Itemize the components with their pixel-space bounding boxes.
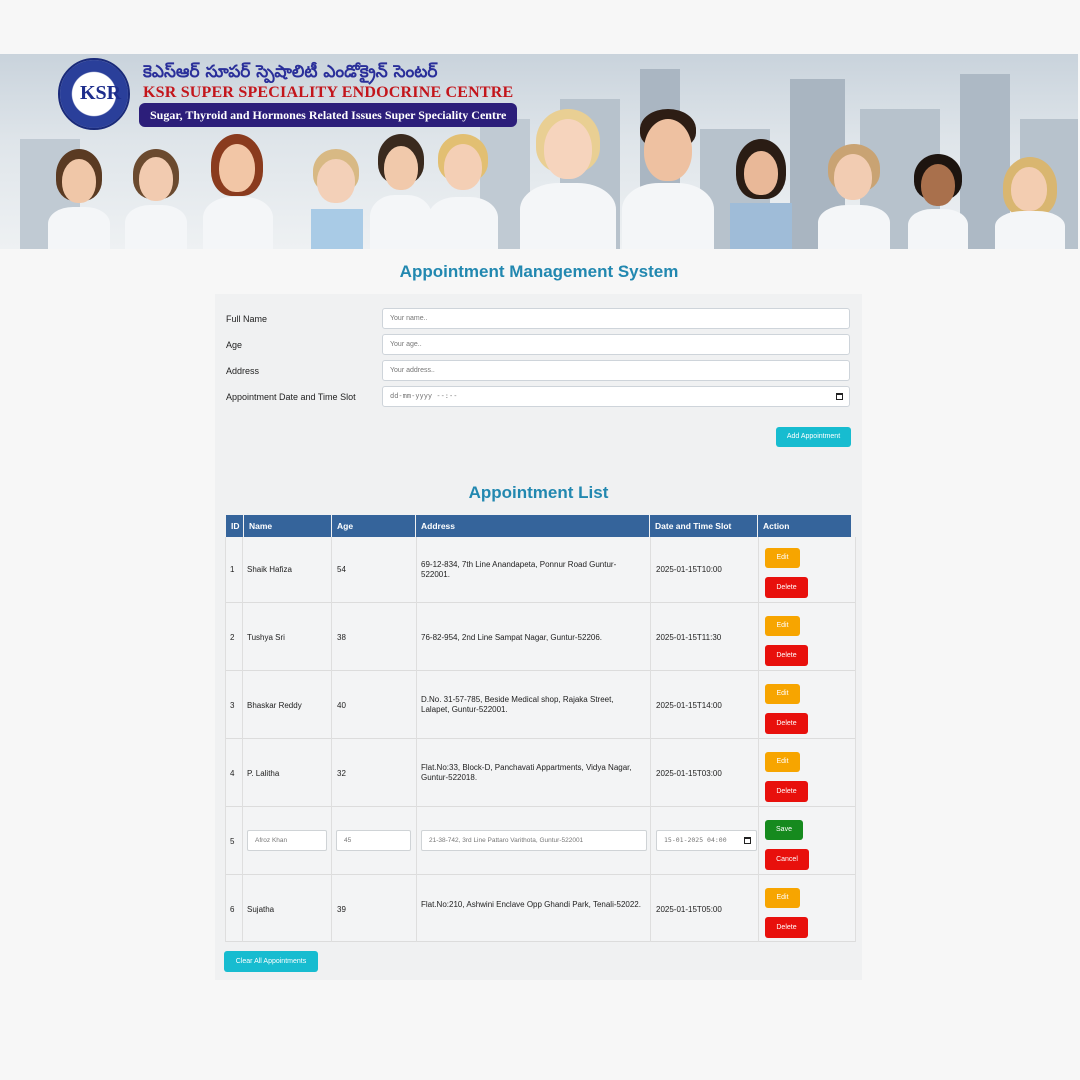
staff-photo — [370, 134, 432, 249]
delete-button[interactable]: Delete — [765, 917, 808, 938]
cell-id: 5 — [230, 837, 235, 846]
cell-id: 4 — [230, 769, 235, 778]
table-header-id: ID — [226, 515, 243, 537]
cell-id: 3 — [230, 701, 235, 710]
edit-name-input[interactable]: Afroz Khan — [247, 830, 327, 851]
cell-id: 6 — [230, 905, 235, 914]
cell-age: 32 — [337, 769, 346, 778]
table-header-address: Address — [416, 515, 649, 537]
logo-text: KSR — [80, 82, 122, 104]
delete-button[interactable]: Delete — [765, 713, 808, 734]
cell-slot: 2025-01-15T10:00 — [656, 565, 722, 574]
cell-address: Flat.No:210, Ashwini Enclave Opp Ghandi … — [421, 900, 641, 909]
cell-age: 54 — [337, 565, 346, 574]
edit-age-input[interactable]: 45 — [336, 830, 411, 851]
staff-photo — [305, 149, 369, 249]
brand-name: KSR SUPER SPECIALITY ENDOCRINE CENTRE — [143, 84, 514, 101]
cell-id: 2 — [230, 633, 235, 642]
add-appointment-button[interactable]: Add Appointment — [776, 427, 851, 447]
edit-datetime-input[interactable]: 15-01-2025 04:00 — [656, 830, 757, 851]
cell-slot: 2025-01-15T03:00 — [656, 769, 722, 778]
datetime-placeholder: dd-mm-yyyy --:-- — [390, 392, 458, 400]
staff-photo — [622, 109, 714, 249]
delete-button[interactable]: Delete — [765, 781, 808, 802]
address-label: Address — [226, 366, 260, 376]
header-banner: KSR కెఎస్ఆర్ సూపర్ స్పెషాలిటీ ఎండోక్రైన్… — [0, 54, 1078, 249]
table-header-name: Name — [244, 515, 331, 537]
cell-address: 76-82-954, 2nd Line Sampat Nagar, Guntur… — [421, 633, 603, 642]
address-input[interactable]: Your address.. — [382, 360, 850, 381]
cell-age: 39 — [337, 905, 346, 914]
save-button[interactable]: Save — [765, 820, 803, 840]
cell-slot: 2025-01-15T14:00 — [656, 701, 722, 710]
cell-address: D.No. 31-57-785, Beside Medical shop, Ra… — [421, 695, 614, 714]
cell-name: Sujatha — [247, 905, 275, 914]
datetime-input[interactable]: dd-mm-yyyy --:-- — [382, 386, 850, 407]
staff-photo — [995, 157, 1065, 249]
edit-button[interactable]: Edit — [765, 684, 800, 704]
age-label: Age — [226, 340, 243, 350]
edit-button[interactable]: Edit — [765, 548, 800, 568]
age-input[interactable]: Your age.. — [382, 334, 850, 355]
staff-photo — [908, 154, 968, 249]
staff-photo — [728, 139, 794, 249]
cell-name: P. Lalitha — [247, 769, 280, 778]
page-title: Appointment Management System — [399, 262, 679, 281]
cell-age: 38 — [337, 633, 346, 642]
full-name-label: Full Name — [226, 314, 268, 324]
brand-tagline: Sugar, Thyroid and Hormones Related Issu… — [139, 103, 518, 127]
staff-photo — [818, 144, 890, 249]
datetime-label: Appointment Date and Time Slot — [226, 392, 356, 402]
table-header-age: Age — [332, 515, 415, 537]
edit-button[interactable]: Edit — [765, 616, 800, 636]
cell-slot: 2025-01-15T11:30 — [656, 633, 722, 642]
cell-id: 1 — [230, 565, 235, 574]
edit-button[interactable]: Edit — [765, 752, 800, 772]
appointment-list-title: Appointment List — [468, 483, 609, 502]
cell-name: Shaik Hafiza — [247, 565, 292, 574]
staff-photo — [48, 149, 110, 249]
cell-name: Bhaskar Reddy — [247, 701, 302, 710]
cell-address: Flat.No:33, Block-D, Panchavati Appartme… — [421, 763, 632, 782]
edit-address-input[interactable]: 21-38-742, 3rd Line Pattaro Varithota, G… — [421, 830, 647, 851]
staff-photo — [428, 134, 498, 249]
brand-name-telugu: కెఎస్ఆర్ సూపర్ స్పెషాలిటీ ఎండోక్రైన్ సెం… — [143, 62, 438, 82]
edit-datetime-value: 15-01-2025 04:00 — [664, 836, 727, 844]
calendar-icon[interactable] — [744, 837, 751, 844]
edit-button[interactable]: Edit — [765, 888, 800, 908]
table-header-slot: Date and Time Slot — [650, 515, 757, 537]
calendar-icon[interactable] — [836, 393, 843, 400]
table-header-action: Action — [758, 515, 851, 537]
staff-photo — [125, 149, 187, 249]
staff-photo — [520, 109, 616, 249]
cell-address: 69-12-834, 7th Line Anandapeta, Ponnur R… — [421, 560, 617, 579]
cell-slot: 2025-01-15T05:00 — [656, 905, 722, 914]
clear-all-button[interactable]: Clear All Appointments — [224, 951, 318, 972]
cell-name: Tushya Sri — [247, 633, 285, 642]
page: KSR కెఎస్ఆర్ సూపర్ స్పెషాలిటీ ఎండోక్రైన్… — [0, 0, 1080, 1080]
full-name-input[interactable]: Your name.. — [382, 308, 850, 329]
delete-button[interactable]: Delete — [765, 577, 808, 598]
delete-button[interactable]: Delete — [765, 645, 808, 666]
cell-age: 40 — [337, 701, 346, 710]
cancel-button[interactable]: Cancel — [765, 849, 809, 870]
staff-photo — [203, 134, 273, 249]
